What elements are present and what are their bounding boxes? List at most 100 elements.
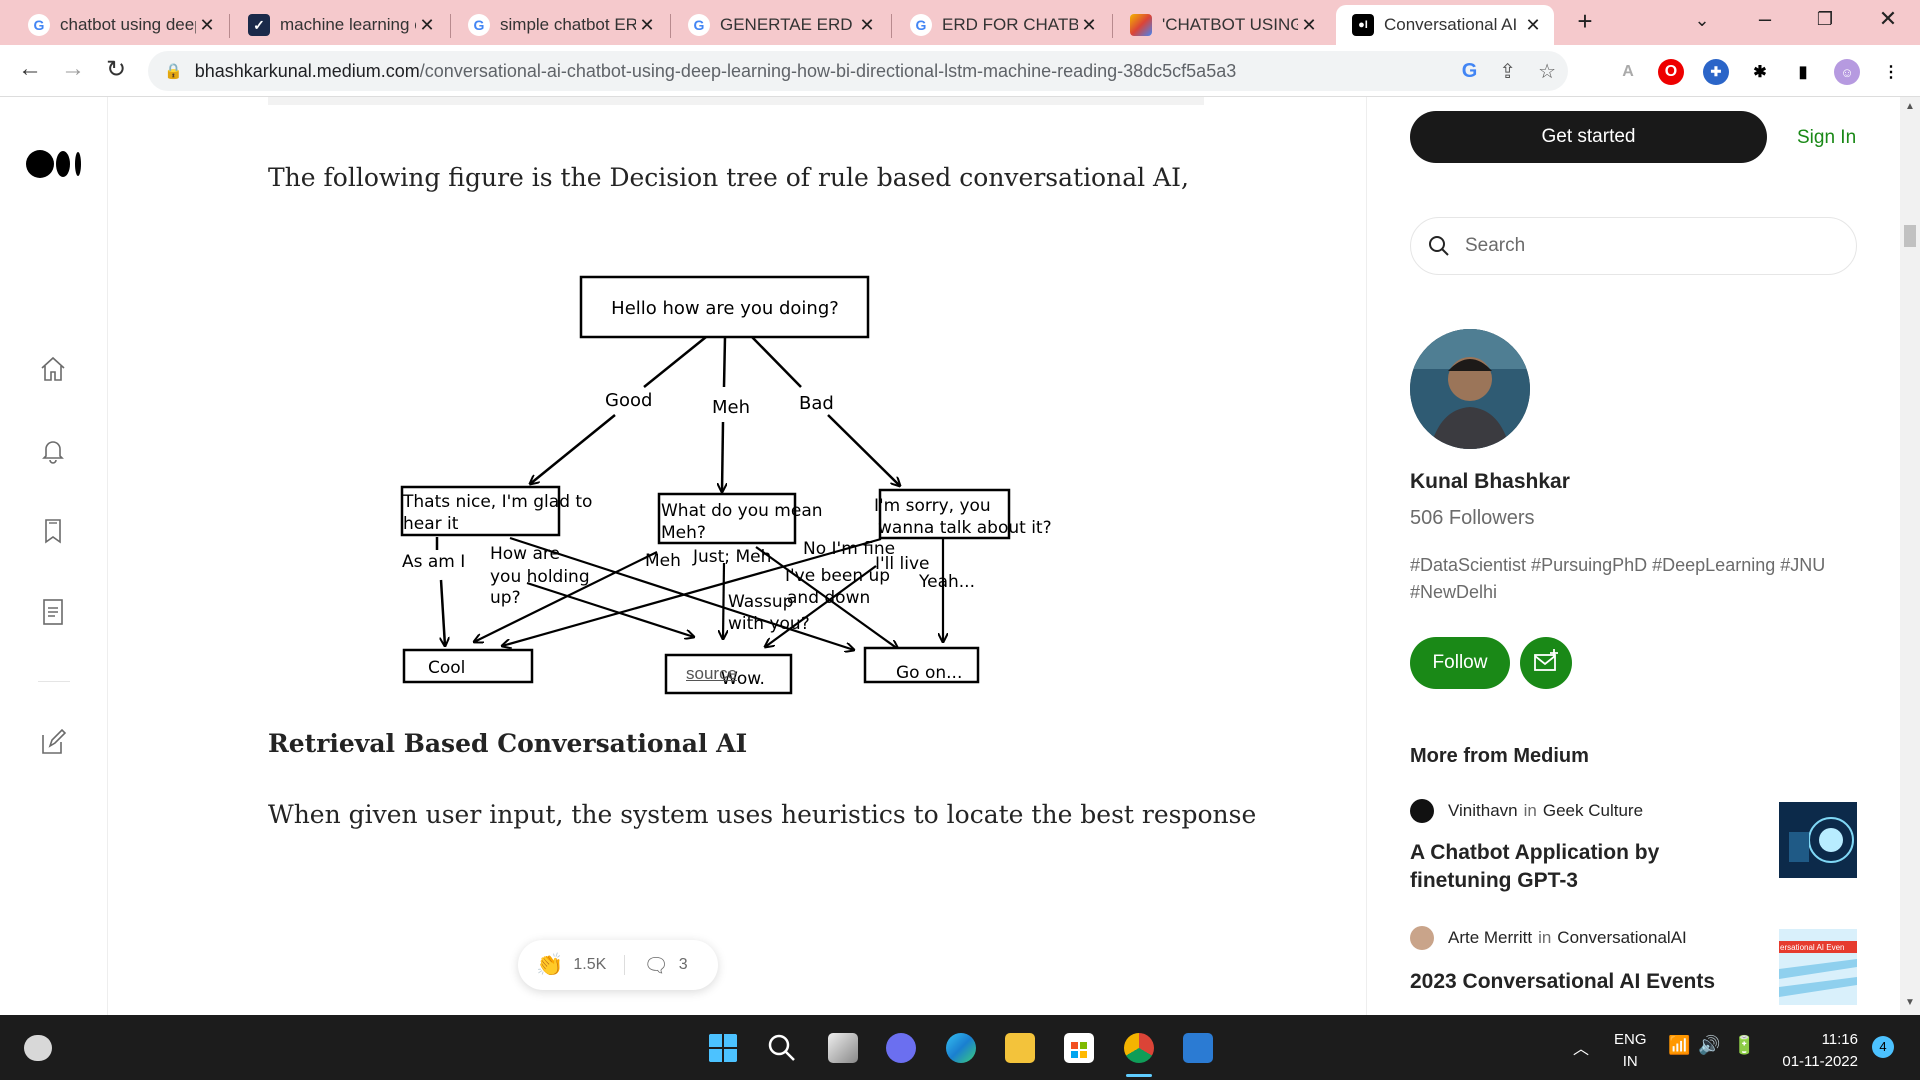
language-indicator[interactable]: ENG IN bbox=[1614, 1029, 1647, 1073]
extensions-puzzle-icon[interactable]: ✱ bbox=[1747, 59, 1773, 85]
tab-2[interactable]: ✓ machine learning c ✕ bbox=[232, 5, 448, 45]
profile-avatar-icon[interactable]: ☺ bbox=[1834, 59, 1860, 85]
extension-blue-icon[interactable]: ✚ bbox=[1703, 59, 1729, 85]
recommendation-title[interactable]: 2023 Conversational AI Events bbox=[1410, 968, 1750, 996]
close-icon[interactable]: ✕ bbox=[1298, 15, 1320, 36]
volume-icon[interactable]: 🔊 bbox=[1698, 1035, 1720, 1056]
extension-a-icon[interactable]: A bbox=[1615, 59, 1641, 85]
page-scrollbar[interactable]: ▲ ▼ bbox=[1900, 97, 1920, 1015]
recommendation-thumbnail[interactable]: ersational AI Even bbox=[1779, 929, 1857, 1005]
clap-count[interactable]: 1.5K bbox=[573, 956, 606, 974]
reload-icon[interactable]: ↻ bbox=[98, 55, 134, 84]
windows-start-icon[interactable] bbox=[708, 1033, 738, 1063]
edge-label-how-are-3: up? bbox=[490, 588, 521, 608]
clap-icon[interactable]: 👏 bbox=[536, 952, 563, 978]
google-icon: G bbox=[910, 14, 932, 36]
edge-browser-icon[interactable] bbox=[946, 1033, 976, 1063]
close-icon[interactable]: ✕ bbox=[196, 15, 218, 36]
wifi-icon[interactable]: 📶 bbox=[1668, 1035, 1690, 1056]
write-icon[interactable] bbox=[38, 727, 68, 757]
shield-icon: ✓ bbox=[248, 14, 270, 36]
tab-3[interactable]: G simple chatbot ER ✕ bbox=[452, 5, 668, 45]
tab-active[interactable]: ●I Conversational AI ✕ bbox=[1336, 5, 1554, 45]
edge-label-ive-been-2: and down bbox=[787, 588, 870, 608]
share-icon[interactable]: ⇪ bbox=[1499, 59, 1516, 84]
lock-icon[interactable]: 🔒 bbox=[164, 62, 183, 80]
scroll-up-arrow[interactable]: ▲ bbox=[1905, 101, 1915, 112]
scroll-thumb[interactable] bbox=[1904, 225, 1916, 247]
close-icon[interactable]: ✕ bbox=[1078, 15, 1100, 36]
body-paragraph: When given user input, the system uses h… bbox=[268, 800, 1257, 829]
search-input[interactable]: Search bbox=[1410, 217, 1857, 275]
home-icon[interactable] bbox=[38, 354, 68, 384]
search-icon[interactable] bbox=[767, 1033, 797, 1063]
chrome-active-indicator bbox=[1126, 1074, 1152, 1077]
file-explorer-icon[interactable] bbox=[1005, 1033, 1035, 1063]
close-icon[interactable]: ✕ bbox=[1522, 15, 1544, 36]
author-avatar[interactable] bbox=[1410, 329, 1530, 449]
stories-document-icon[interactable] bbox=[38, 597, 68, 627]
minimize-button[interactable]: – bbox=[1745, 6, 1785, 32]
sign-in-link[interactable]: Sign In bbox=[1797, 127, 1856, 149]
show-hidden-icons[interactable]: ︿ bbox=[1573, 1035, 1589, 1059]
edge-label-meh: Meh bbox=[645, 551, 681, 571]
microsoft-store-icon[interactable] bbox=[1064, 1033, 1094, 1063]
chrome-browser-icon[interactable] bbox=[1124, 1033, 1154, 1063]
back-icon[interactable]: ← bbox=[12, 55, 48, 83]
task-view-icon[interactable] bbox=[828, 1033, 858, 1063]
url-text[interactable]: bhashkarkunal.medium.com/conversational-… bbox=[195, 61, 1237, 82]
edge-label-how-are-1: How are bbox=[490, 544, 560, 564]
tab-search-icon[interactable]: ⌄ bbox=[1682, 10, 1722, 31]
tab-5[interactable]: G ERD FOR CHATBOT ✕ bbox=[894, 5, 1110, 45]
close-icon[interactable]: ✕ bbox=[416, 15, 438, 36]
browser-tab-strip: G chatbot using deep ✕ ✓ machine learnin… bbox=[0, 0, 1920, 45]
teams-chat-icon[interactable] bbox=[886, 1033, 916, 1063]
recommendation-thumbnail[interactable] bbox=[1779, 802, 1857, 878]
author-bio: #DataScientist #PursuingPhD #DeepLearnin… bbox=[1410, 555, 1826, 602]
root-node-text: Hello how are you doing? bbox=[611, 298, 839, 319]
edge-label-yeah: Yeah... bbox=[918, 572, 975, 592]
notifications-bell-icon[interactable] bbox=[38, 435, 68, 465]
forward-icon[interactable]: → bbox=[55, 55, 91, 83]
menu-kebab-icon[interactable]: ⋮ bbox=[1878, 59, 1904, 85]
close-icon[interactable]: ✕ bbox=[856, 15, 878, 36]
tab-1[interactable]: G chatbot using deep ✕ bbox=[12, 5, 228, 45]
get-started-button[interactable]: Get started bbox=[1410, 111, 1767, 163]
mid-node-bad-line2: wanna talk about it? bbox=[878, 518, 1052, 538]
restore-button[interactable]: ❐ bbox=[1805, 9, 1845, 30]
responses-count[interactable]: 3 bbox=[679, 956, 688, 974]
recommendation-title[interactable]: A Chatbot Application by finetuning GPT-… bbox=[1410, 839, 1710, 895]
google-lens-icon[interactable]: G bbox=[1462, 60, 1478, 83]
bookmark-star-icon[interactable]: ☆ bbox=[1538, 59, 1556, 84]
close-icon[interactable]: ✕ bbox=[636, 15, 658, 36]
recommendation-author[interactable]: Arte Merritt in ConversationalAI bbox=[1410, 926, 1687, 950]
adblock-icon[interactable]: O bbox=[1658, 59, 1684, 85]
tab-4[interactable]: G GENERTAE ERD DIA ✕ bbox=[672, 5, 888, 45]
scroll-down-arrow[interactable]: ▼ bbox=[1905, 997, 1915, 1008]
edge-label-ive-been-1: I've been up bbox=[785, 566, 890, 586]
window-close-button[interactable]: ✕ bbox=[1868, 6, 1908, 32]
edge-label-just-meh: Just; Meh bbox=[692, 547, 771, 567]
followers-count[interactable]: 506 Followers bbox=[1410, 507, 1535, 530]
recommendation-author[interactable]: Vinithavn in Geek Culture bbox=[1410, 799, 1643, 823]
source-link[interactable]: source bbox=[686, 664, 737, 684]
windows-taskbar: ︿ ENG IN 📶 🔊 🔋 11:16 01-11-2022 4 bbox=[0, 1015, 1920, 1080]
author-name[interactable]: Kunal Bhashkar bbox=[1410, 470, 1570, 494]
leaf-node-go-on-text: Go on... bbox=[896, 663, 962, 683]
subscribe-email-button[interactable] bbox=[1520, 637, 1572, 689]
weather-cloud-icon[interactable] bbox=[24, 1035, 52, 1061]
responses-icon[interactable]: 🗨 bbox=[643, 953, 668, 978]
medium-logo-icon[interactable] bbox=[26, 149, 84, 179]
mid-node-meh-line2: Meh? bbox=[661, 523, 706, 543]
side-panel-icon[interactable]: ▮ bbox=[1790, 59, 1816, 85]
tab-6[interactable]: 'CHATBOT USING D ✕ bbox=[1114, 5, 1330, 45]
photos-app-icon[interactable] bbox=[1183, 1033, 1213, 1063]
battery-icon[interactable]: 🔋 bbox=[1733, 1035, 1755, 1056]
bookmarks-icon[interactable] bbox=[38, 516, 68, 546]
clock[interactable]: 11:16 01-11-2022 bbox=[1770, 1029, 1858, 1073]
notification-badge[interactable]: 4 bbox=[1872, 1036, 1894, 1058]
follow-button[interactable]: Follow bbox=[1410, 637, 1510, 689]
branch-label-meh: Meh bbox=[712, 397, 750, 418]
address-bar[interactable]: 🔒 bhashkarkunal.medium.com/conversationa… bbox=[148, 51, 1568, 91]
new-tab-button[interactable]: + bbox=[1565, 6, 1605, 37]
